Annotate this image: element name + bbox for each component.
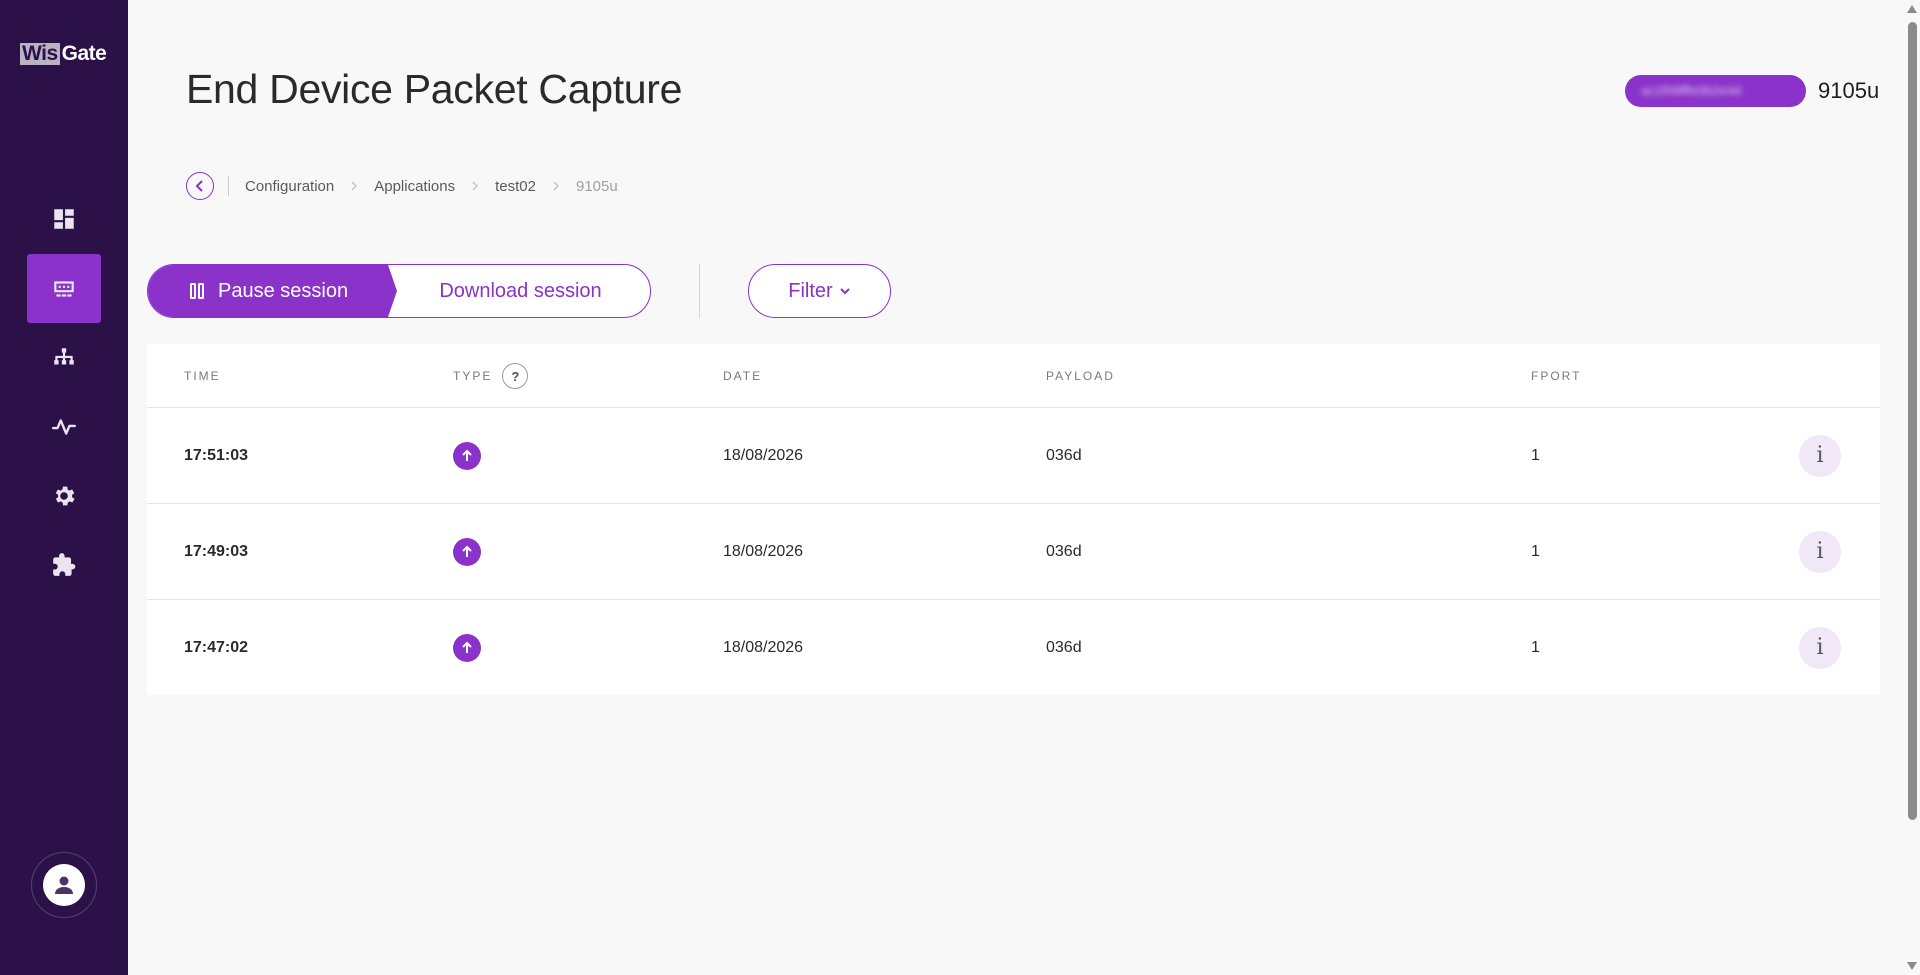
row-time: 17:51:03 bbox=[184, 446, 249, 464]
breadcrumb: Configuration Applications test02 9105u bbox=[186, 172, 618, 200]
uplink-arrow-icon bbox=[453, 441, 481, 470]
back-button[interactable] bbox=[186, 172, 214, 200]
row-time: 17:49:03 bbox=[184, 542, 249, 560]
row-type bbox=[453, 600, 481, 695]
pause-icon bbox=[190, 283, 204, 299]
column-header-fport: FPORT bbox=[1531, 369, 1582, 383]
scroll-up-arrow-icon[interactable] bbox=[1907, 5, 1917, 13]
user-menu[interactable] bbox=[31, 852, 97, 918]
chevron-right-icon bbox=[349, 181, 359, 191]
column-header-date: DATE bbox=[723, 369, 763, 383]
column-header-payload: PAYLOAD bbox=[1046, 369, 1115, 383]
table-row[interactable]: 17:49:03 18/08/2026 036d 1 i bbox=[147, 504, 1880, 600]
row-payload: 036d bbox=[1046, 446, 1082, 464]
activity-icon bbox=[51, 418, 77, 435]
row-date: 18/08/2026 bbox=[723, 542, 804, 560]
avatar bbox=[43, 864, 85, 906]
pause-session-label: Pause session bbox=[218, 279, 349, 302]
logo-part-gate: Gate bbox=[61, 42, 107, 65]
breadcrumb-application[interactable]: test02 bbox=[495, 178, 536, 195]
row-time: 17:47:02 bbox=[184, 638, 249, 656]
download-session-button[interactable]: Download session bbox=[391, 265, 650, 317]
gateway-icon bbox=[54, 280, 74, 297]
row-info: i bbox=[1799, 504, 1841, 599]
row-type bbox=[453, 504, 481, 599]
row-type bbox=[453, 408, 481, 503]
sidebar: Wis Gate bbox=[0, 0, 128, 975]
sidebar-item-extensions[interactable] bbox=[27, 530, 101, 599]
row-payload: 036d bbox=[1046, 638, 1082, 656]
session-button-group: Pause session Download session bbox=[147, 264, 651, 318]
gear-icon bbox=[55, 486, 75, 505]
row-date: 18/08/2026 bbox=[723, 446, 804, 464]
row-fport: 1 bbox=[1531, 542, 1540, 560]
user-icon bbox=[55, 876, 73, 894]
pause-session-button[interactable]: Pause session bbox=[148, 265, 397, 317]
table-row[interactable]: 17:47:02 18/08/2026 036d 1 i bbox=[147, 600, 1880, 695]
row-payload: 036d bbox=[1046, 542, 1082, 560]
uplink-arrow-icon bbox=[453, 633, 481, 662]
info-icon[interactable]: i bbox=[1799, 626, 1841, 669]
chevron-down-icon bbox=[840, 288, 850, 295]
info-icon[interactable]: i bbox=[1799, 434, 1841, 477]
row-info: i bbox=[1799, 408, 1841, 503]
chevron-right-icon bbox=[551, 181, 561, 191]
sidebar-item-activity[interactable] bbox=[27, 392, 101, 461]
scroll-down-arrow-icon[interactable] bbox=[1907, 962, 1917, 970]
wisgate-logo[interactable]: Wis Gate bbox=[20, 42, 107, 66]
help-icon[interactable]: ? bbox=[502, 363, 529, 389]
sidebar-item-network[interactable] bbox=[27, 323, 101, 392]
column-header-time: TIME bbox=[184, 369, 221, 383]
filter-button[interactable]: Filter bbox=[748, 264, 891, 318]
column-header-type: TYPE ? bbox=[453, 344, 529, 408]
breadcrumb-configuration[interactable]: Configuration bbox=[245, 178, 334, 195]
device-eui-badge: ac1f09fffe0b2e4d bbox=[1625, 75, 1806, 107]
device-name: 9105u bbox=[1818, 78, 1880, 103]
row-date: 18/08/2026 bbox=[723, 638, 804, 656]
info-icon[interactable]: i bbox=[1799, 530, 1841, 573]
table-row[interactable]: 17:51:03 18/08/2026 036d 1 i bbox=[147, 408, 1880, 504]
logo-part-wis: Wis bbox=[20, 42, 60, 65]
sidebar-item-gateway[interactable] bbox=[27, 254, 101, 323]
chevron-right-icon bbox=[470, 181, 480, 191]
column-header-type-label: TYPE bbox=[453, 369, 493, 383]
breadcrumb-applications[interactable]: Applications bbox=[374, 178, 455, 195]
device-eui: ac1f09fffe0b2e4d bbox=[1641, 83, 1742, 98]
sidebar-item-dashboard[interactable] bbox=[27, 184, 101, 253]
puzzle-icon bbox=[53, 552, 76, 576]
page-title: End Device Packet Capture bbox=[186, 66, 683, 112]
row-fport: 1 bbox=[1531, 638, 1540, 656]
download-session-label: Download session bbox=[439, 279, 602, 302]
scroll-thumb[interactable] bbox=[1908, 22, 1917, 820]
toolbar-divider bbox=[699, 264, 700, 318]
sidebar-item-settings[interactable] bbox=[27, 461, 101, 530]
dashboard-icon bbox=[54, 208, 74, 229]
breadcrumb-current: 9105u bbox=[576, 177, 618, 195]
packet-table: TIME TYPE ? DATE PAYLOAD FPORT 17:51:03 … bbox=[147, 344, 1880, 695]
uplink-arrow-icon bbox=[453, 537, 481, 566]
filter-label: Filter bbox=[788, 279, 833, 302]
chevron-left-icon bbox=[195, 180, 203, 192]
page-scrollbar[interactable] bbox=[1904, 0, 1920, 975]
breadcrumb-divider bbox=[228, 176, 229, 196]
row-fport: 1 bbox=[1531, 446, 1540, 464]
row-info: i bbox=[1799, 600, 1841, 695]
network-icon bbox=[54, 347, 74, 364]
table-header: TIME TYPE ? DATE PAYLOAD FPORT bbox=[147, 344, 1880, 408]
